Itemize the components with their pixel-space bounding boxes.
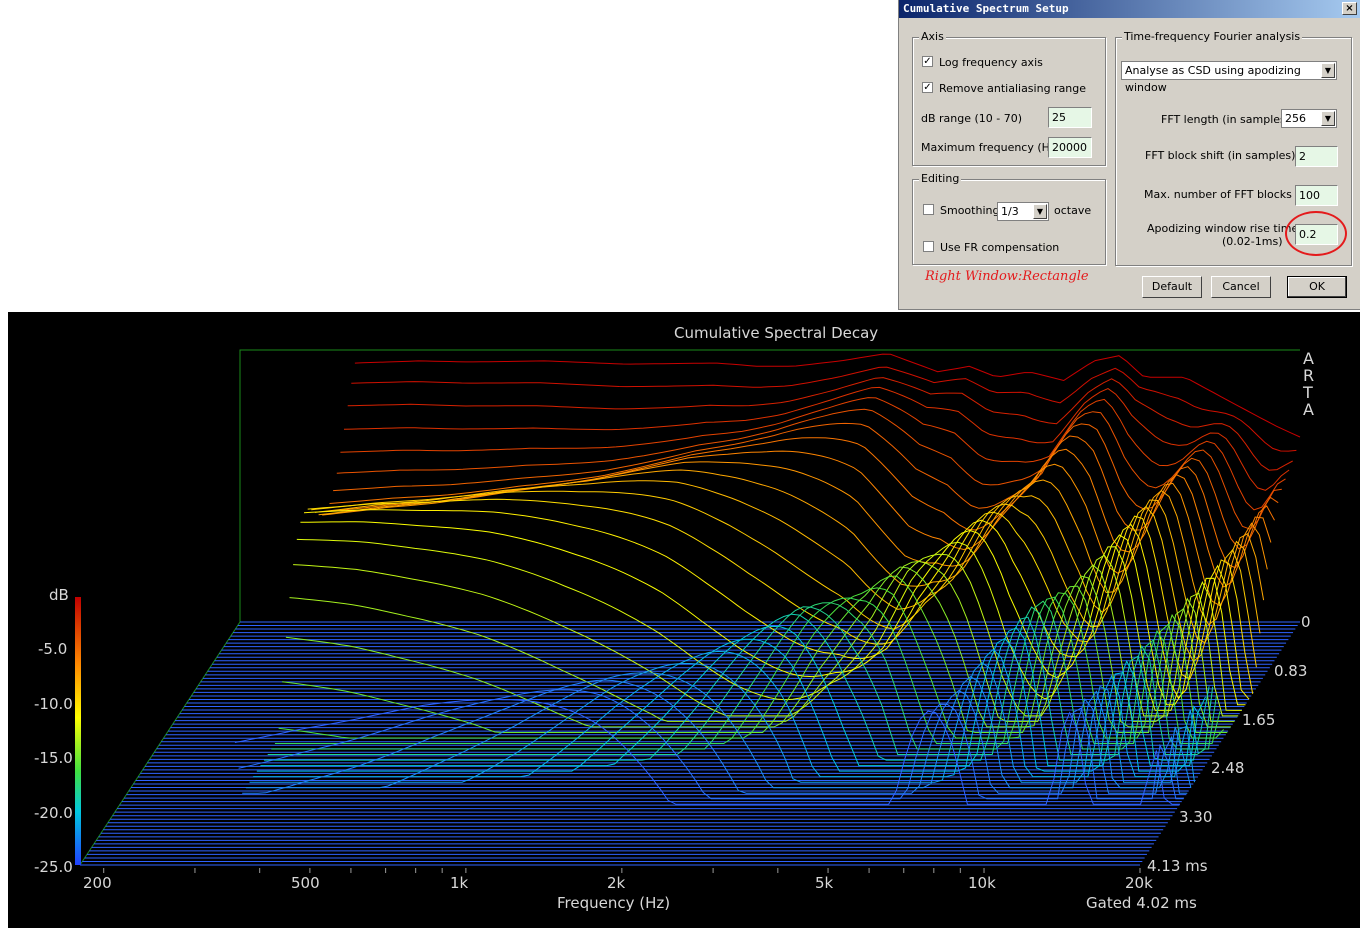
freq-tick: 2k bbox=[607, 874, 626, 892]
log-frequency-checkbox[interactable]: ✓ bbox=[922, 56, 933, 67]
time-tick: 0.83 bbox=[1274, 662, 1308, 680]
freq-tick: 200 bbox=[83, 874, 112, 892]
smoothing-suffix: octave bbox=[1054, 204, 1092, 217]
db-range-field[interactable]: 25 bbox=[1048, 107, 1092, 128]
close-button[interactable]: × bbox=[1342, 2, 1357, 15]
smoothing-checkbox[interactable] bbox=[923, 204, 934, 215]
axis-group-legend: Axis bbox=[919, 30, 946, 43]
max-frequency-field[interactable]: 20000 bbox=[1048, 137, 1092, 158]
time-tick: 4.13 ms bbox=[1147, 857, 1208, 875]
rise-time-label: Apodizing window rise time bbox=[1147, 222, 1299, 235]
analysis-mode-select[interactable]: Analyse as CSD using apodizing window ▼ bbox=[1121, 61, 1337, 94]
db-tick: -25.0 bbox=[34, 858, 73, 876]
decay-slice-line bbox=[347, 377, 1293, 471]
fr-compensation-checkbox[interactable] bbox=[923, 241, 934, 252]
time-tick: 1.65 bbox=[1242, 711, 1276, 729]
db-tick: -5.0 bbox=[38, 640, 68, 658]
freq-tick: 20k bbox=[1125, 874, 1153, 892]
watermark-letter: A bbox=[1303, 349, 1314, 368]
red-circle-annotation bbox=[1285, 211, 1347, 256]
decay-slice-line bbox=[314, 480, 1261, 644]
waterfall-chart bbox=[75, 349, 1301, 873]
watermark-letter: A bbox=[1303, 400, 1314, 419]
max-blocks-label: Max. number of FFT blocks bbox=[1144, 188, 1292, 201]
arta-watermark: A R T A bbox=[1303, 350, 1317, 418]
decay-slice-line bbox=[282, 575, 1228, 733]
chevron-down-icon[interactable]: ▼ bbox=[1321, 111, 1335, 126]
db-range-label: dB range (10 - 70) bbox=[921, 112, 1023, 125]
color-bar bbox=[75, 597, 81, 865]
decay-slice-line bbox=[249, 662, 1195, 783]
watermark-letter: R bbox=[1303, 366, 1315, 385]
time-tick: 3.30 bbox=[1179, 808, 1213, 826]
time-tick: 2.48 bbox=[1211, 759, 1245, 777]
freq-tick: 5k bbox=[815, 874, 834, 892]
fft-shift-label: FFT block shift (in samples) bbox=[1145, 149, 1296, 162]
smoothing-select[interactable]: 1/3 ▼ bbox=[997, 202, 1049, 221]
fft-shift-field[interactable]: 2 bbox=[1295, 146, 1338, 167]
rise-time-range-label: (0.02-1ms) bbox=[1222, 235, 1283, 248]
fft-length-value: 256 bbox=[1285, 112, 1306, 125]
watermark-letter: T bbox=[1303, 383, 1313, 402]
ok-button[interactable]: OK bbox=[1287, 276, 1347, 298]
smoothing-value: 1/3 bbox=[1001, 205, 1019, 218]
fft-length-select[interactable]: 256 ▼ bbox=[1281, 109, 1337, 128]
log-frequency-label: Log frequency axis bbox=[939, 56, 1043, 69]
fft-length-label: FFT length (in samples) bbox=[1161, 113, 1291, 126]
db-tick: -20.0 bbox=[34, 804, 73, 822]
remove-antialiasing-label: Remove antialiasing range bbox=[939, 82, 1087, 95]
editing-group-legend: Editing bbox=[919, 172, 962, 185]
db-tick: -10.0 bbox=[34, 695, 73, 713]
tf-analysis-group-legend: Time-frequency Fourier analysis bbox=[1122, 30, 1303, 43]
cancel-button[interactable]: Cancel bbox=[1211, 276, 1271, 298]
max-frequency-label: Maximum frequency (Hz) bbox=[921, 141, 1060, 154]
dialog-title: Cumulative Spectrum Setup bbox=[899, 0, 1360, 18]
decay-slice-line bbox=[311, 490, 1257, 668]
x-axis-label: Frequency (Hz) bbox=[557, 894, 671, 912]
chevron-down-icon[interactable]: ▼ bbox=[1033, 204, 1047, 219]
decay-slice-line bbox=[253, 648, 1199, 778]
max-blocks-field[interactable]: 100 bbox=[1295, 185, 1338, 206]
chevron-down-icon[interactable]: ▼ bbox=[1321, 63, 1335, 78]
right-window-note: Right Window:Rectangle bbox=[925, 269, 1089, 284]
colorbar-title: dB bbox=[49, 586, 69, 604]
decay-slice-line bbox=[343, 386, 1290, 491]
cumulative-spectrum-setup-dialog: Cumulative Spectrum Setup × Axis ✓ Log f… bbox=[898, 0, 1360, 310]
decay-slice-line bbox=[325, 448, 1272, 588]
time-tick: 0 bbox=[1301, 613, 1311, 631]
freq-tick: 10k bbox=[968, 874, 996, 892]
fr-compensation-label: Use FR compensation bbox=[940, 241, 1060, 254]
smoothing-label: Smoothing bbox=[940, 204, 1000, 217]
freq-tick: 1k bbox=[450, 874, 469, 892]
freq-tick: 500 bbox=[291, 874, 320, 892]
gated-label: Gated 4.02 ms bbox=[1086, 894, 1197, 912]
remove-antialiasing-checkbox[interactable]: ✓ bbox=[922, 82, 933, 93]
plot-title: Cumulative Spectral Decay bbox=[674, 324, 879, 342]
default-button[interactable]: Default bbox=[1142, 276, 1202, 298]
db-tick: -15.0 bbox=[34, 749, 73, 767]
csd-plot-panel: Cumulative Spectral Decay dB A R T A -5.… bbox=[8, 312, 1360, 928]
